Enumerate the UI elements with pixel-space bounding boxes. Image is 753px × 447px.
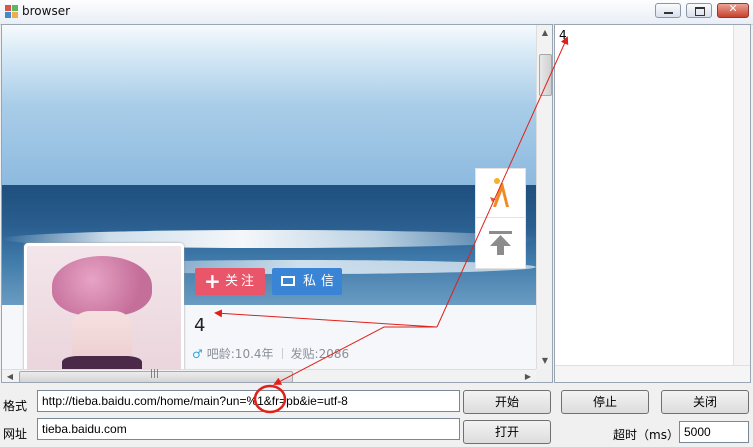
scroll-corner xyxy=(536,369,552,382)
tieba-logo-icon xyxy=(490,178,509,207)
window-title: browser xyxy=(22,4,71,18)
format-input[interactable]: http://tieba.baidu.com/home/main?un=%1&f… xyxy=(37,390,460,412)
scroll-right-icon[interactable]: ▶ xyxy=(520,370,536,382)
avatar-hair xyxy=(52,256,152,316)
horizontal-scroll-thumb[interactable]: ||| xyxy=(19,369,293,382)
avatar-skirt xyxy=(62,356,142,369)
web-page: + 关注 私信 4 ♂ 吧龄:10.4年 发贴:2086 xyxy=(2,25,536,369)
follow-button[interactable]: + 关注 xyxy=(195,268,265,295)
banner-sky xyxy=(2,25,536,185)
vertical-scroll-thumb[interactable] xyxy=(539,54,552,96)
post-count: 发贴:2086 xyxy=(290,347,350,361)
open-button[interactable]: 打开 xyxy=(463,420,551,444)
grip-icon: ||| xyxy=(150,369,160,379)
start-button[interactable]: 开始 xyxy=(463,390,551,414)
output-text: 4 xyxy=(559,28,567,42)
user-meta: ♂ 吧龄:10.4年 发贴:2086 xyxy=(192,345,349,362)
url-label: 网址 xyxy=(3,427,28,441)
close-window-button[interactable]: ✕ xyxy=(717,2,749,18)
plus-icon: + xyxy=(204,269,221,293)
scroll-down-icon[interactable]: ▼ xyxy=(537,353,552,369)
message-button[interactable]: 私信 xyxy=(272,268,342,295)
minimize-icon xyxy=(664,12,673,14)
scroll-up-icon[interactable]: ▲ xyxy=(537,25,552,41)
browser-view[interactable]: + 关注 私信 4 ♂ 吧龄:10.4年 发贴:2086 ▲ ▼ ◀ ||| ▶ xyxy=(1,24,553,383)
follow-label: 关注 xyxy=(225,274,258,289)
arrow-up-icon xyxy=(489,231,512,255)
output-vertical-scrollbar[interactable] xyxy=(733,25,750,365)
url-input[interactable]: tieba.baidu.com xyxy=(37,418,460,440)
side-toolbar xyxy=(475,168,526,269)
timeout-input[interactable]: 5000 xyxy=(679,421,749,443)
message-label: 私信 xyxy=(303,274,340,289)
timeout-label: 超时（ms） xyxy=(613,428,679,442)
divider xyxy=(281,348,283,359)
tieba-logo-button[interactable] xyxy=(476,169,525,218)
horizontal-scrollbar[interactable]: ◀ ||| ▶ xyxy=(2,369,536,382)
format-label: 格式 xyxy=(3,399,28,413)
output-horizontal-scrollbar[interactable] xyxy=(555,365,750,382)
bar-age: 吧龄:10.4年 xyxy=(206,347,274,361)
title-bar: browser ✕ xyxy=(0,0,753,25)
stop-button[interactable]: 停止 xyxy=(561,390,649,414)
back-to-top-button[interactable] xyxy=(476,218,525,268)
username: 4 xyxy=(194,315,206,336)
close-icon: ✕ xyxy=(728,2,738,15)
male-icon: ♂ xyxy=(192,347,203,361)
avatar[interactable] xyxy=(24,243,184,369)
vertical-scrollbar[interactable]: ▲ ▼ xyxy=(536,25,552,369)
avatar-body xyxy=(72,311,132,361)
minimize-button[interactable] xyxy=(655,3,681,18)
close-button[interactable]: 关闭 xyxy=(661,390,749,414)
app-icon xyxy=(5,5,18,18)
scroll-left-icon[interactable]: ◀ xyxy=(2,370,18,382)
output-textarea[interactable]: 4 xyxy=(554,24,751,383)
maximize-icon xyxy=(695,7,705,16)
maximize-button[interactable] xyxy=(686,3,712,18)
envelope-icon xyxy=(281,276,295,286)
